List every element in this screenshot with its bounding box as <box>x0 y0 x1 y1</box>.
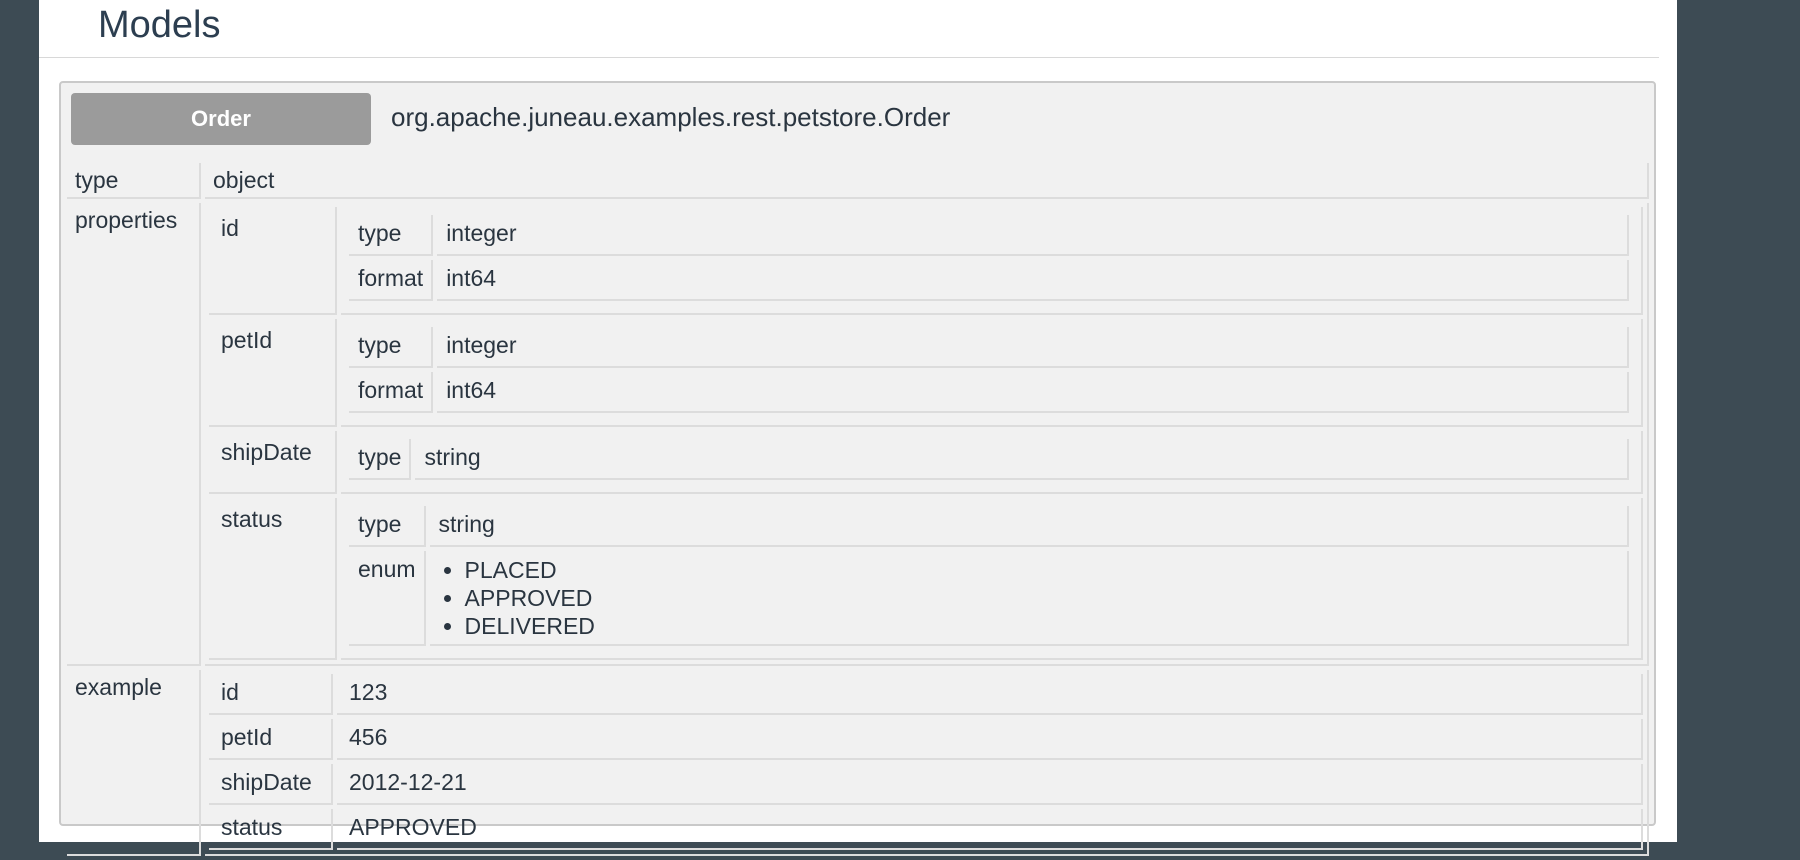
attr-row: type integer <box>349 215 1629 256</box>
attr-value: int64 <box>437 372 1629 413</box>
enum-item: DELIVERED <box>465 612 1619 640</box>
model-header: Order org.apache.juneau.examples.rest.pe… <box>71 93 1641 145</box>
property-row: petId type integer format int64 <box>209 319 1643 427</box>
attr-row: format int64 <box>349 372 1629 413</box>
example-key: status <box>209 809 333 850</box>
section-divider <box>39 57 1659 58</box>
enum-item: APPROVED <box>465 584 1619 612</box>
schema-row-properties: properties id type integer format int64 … <box>67 203 1649 666</box>
property-name: id <box>209 207 337 315</box>
attr-row: enum PLACED APPROVED DELIVERED <box>349 551 1629 646</box>
schema-row-type: type object <box>67 163 1649 199</box>
schema-key: properties <box>67 203 201 666</box>
example-value: 456 <box>337 719 1643 760</box>
example-key: shipDate <box>209 764 333 805</box>
example-key: petId <box>209 719 333 760</box>
attrs-table: type string <box>345 435 1633 484</box>
model-schema-table: type object properties id type integer f… <box>63 159 1653 860</box>
attr-value: integer <box>437 327 1629 368</box>
property-attrs: type integer format int64 <box>341 319 1643 427</box>
property-row: id type integer format int64 <box>209 207 1643 315</box>
attr-value: int64 <box>437 260 1629 301</box>
example-row: id 123 <box>209 674 1643 715</box>
schema-value: object <box>205 163 1649 199</box>
page-content: Models Order org.apache.juneau.examples.… <box>39 0 1677 856</box>
attr-value: string <box>415 439 1629 480</box>
attr-key: format <box>349 260 434 301</box>
attrs-table: type integer format int64 <box>345 211 1633 305</box>
attr-key: type <box>349 439 412 480</box>
attr-value: PLACED APPROVED DELIVERED <box>429 551 1629 646</box>
attr-row: type string <box>349 439 1629 480</box>
example-key: id <box>209 674 333 715</box>
schema-value: id 123 petId 456 shipDate 2012-12-21 sta… <box>205 670 1649 856</box>
model-class-name: org.apache.juneau.examples.rest.petstore… <box>391 102 951 132</box>
property-name: petId <box>209 319 337 427</box>
example-row: petId 456 <box>209 719 1643 760</box>
schema-type-value: object <box>213 167 275 193</box>
property-attrs: type string enum PLACED <box>341 498 1643 660</box>
property-name: status <box>209 498 337 660</box>
attr-row: type integer <box>349 327 1629 368</box>
attrs-table: type integer format int64 <box>345 323 1633 417</box>
property-attrs: type integer format int64 <box>341 207 1643 315</box>
enum-list: PLACED APPROVED DELIVERED <box>439 556 1619 640</box>
schema-key: type <box>67 163 201 199</box>
property-row: status type string enum • PLACED • APPRO… <box>209 498 1643 660</box>
example-row: status APPROVED <box>209 809 1643 850</box>
property-attrs: type string <box>341 431 1643 494</box>
schema-key: example <box>67 670 201 856</box>
example-value: 123 <box>337 674 1643 715</box>
example-table: id 123 petId 456 shipDate 2012-12-21 sta… <box>205 670 1647 854</box>
example-row: shipDate 2012-12-21 <box>209 764 1643 805</box>
attr-key: type <box>349 327 434 368</box>
example-value: APPROVED <box>337 809 1643 850</box>
schema-value: id type integer format int64 petId type … <box>205 203 1649 666</box>
attr-value: integer <box>437 215 1629 256</box>
section-title: Models <box>98 4 221 46</box>
schema-row-example: example id 123 petId 456 shipDate 2012-1… <box>67 670 1649 856</box>
example-value: 2012-12-21 <box>337 764 1643 805</box>
attr-key: type <box>349 215 434 256</box>
attrs-table: type string enum PLACED <box>345 502 1633 650</box>
model-badge[interactable]: Order <box>71 93 371 145</box>
attr-value: string <box>429 506 1629 547</box>
enum-item: PLACED <box>465 556 1619 584</box>
property-row: shipDate type string <box>209 431 1643 494</box>
property-name: shipDate <box>209 431 337 494</box>
attr-key: enum <box>349 551 426 646</box>
model-panel: Order org.apache.juneau.examples.rest.pe… <box>59 81 1656 856</box>
properties-table: id type integer format int64 petId type … <box>205 203 1647 664</box>
attr-row: format int64 <box>349 260 1629 301</box>
attr-key: format <box>349 372 434 413</box>
attr-row: type string <box>349 506 1629 547</box>
attr-key: type <box>349 506 426 547</box>
